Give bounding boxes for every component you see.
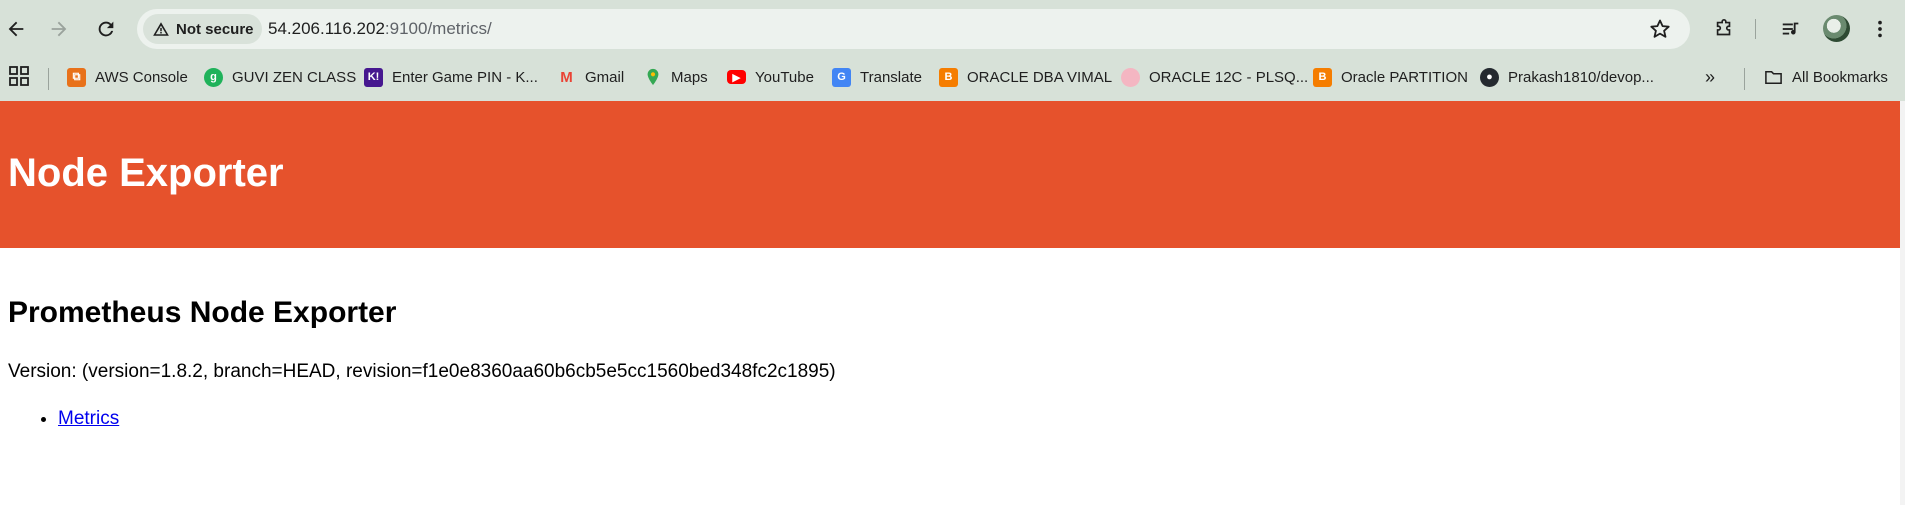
double-chevron-icon: » [1705,66,1716,87]
security-chip[interactable]: Not secure [143,14,262,44]
address-bar[interactable]: Not secure 54.206.116.202:9100/metrics/ [137,9,1690,49]
maps-pin-icon [643,68,662,87]
reading-list-icon [1782,22,1799,35]
scrollbar-track[interactable] [1900,101,1905,505]
browser-toolbar: Not secure 54.206.116.202:9100/metrics/ [0,0,1905,58]
bookmark-label: Prakash1810/devop... [1508,68,1654,86]
pink-cloud-icon [1121,67,1140,87]
bookmark-label: Translate [860,68,922,86]
reading-list-button[interactable] [1777,15,1805,43]
links-list: Metrics [58,408,119,430]
version-info: Version: (version=1.8.2, branch=HEAD, re… [8,361,836,382]
back-icon [8,21,24,37]
url-host: 54.206.116.202 [268,19,385,38]
bookmark-aws-console[interactable]: ⧉ AWS Console [67,64,188,90]
warning-icon [153,22,169,36]
header-banner: Node Exporter [0,101,1900,248]
profile-avatar[interactable] [1823,15,1850,42]
translate-icon: G [832,67,851,87]
url-text[interactable]: 54.206.116.202:9100/metrics/ [268,9,492,49]
bookmark-youtube[interactable]: ▶ YouTube [727,64,814,90]
browser-menu-button[interactable] [1866,15,1894,43]
apps-grid-icon[interactable] [9,66,29,86]
bookmark-maps[interactable]: Maps [643,64,708,90]
all-bookmarks-button[interactable]: All Bookmarks [1764,64,1888,90]
back-button[interactable] [0,12,33,46]
bookmarks-divider [48,68,49,90]
bookmark-oracle-12c[interactable]: ORACLE 12C - PLSQ... [1121,64,1308,90]
aws-icon: ⧉ [67,67,86,87]
star-icon[interactable] [1648,17,1672,41]
bookmark-label: ORACLE 12C - PLSQ... [1149,68,1309,86]
reload-button[interactable] [89,12,123,46]
bookmark-oracle-partition[interactable]: B Oracle PARTITION [1313,64,1468,90]
page-heading: Prometheus Node Exporter [8,296,397,329]
gmail-icon: M [560,68,573,86]
bookmark-label: YouTube [755,68,814,86]
extensions-icon [1716,19,1731,36]
kahoot-icon: K! [364,67,383,87]
bookmark-label: ORACLE DBA VIMAL [967,68,1113,86]
bookmark-oracle-dba[interactable]: B ORACLE DBA VIMAL [939,64,1112,90]
blogger-icon: B [1313,67,1332,87]
bookmark-guvi[interactable]: g GUVI ZEN CLASS [204,64,356,90]
page-content: Node Exporter Prometheus Node Exporter V… [0,101,1905,505]
forward-button[interactable] [42,12,76,46]
security-label: Not secure [176,20,254,38]
reload-icon [98,21,114,37]
bookmark-label: GUVI ZEN CLASS [232,68,357,86]
toolbar-divider [1755,19,1756,39]
bookmark-label: Enter Game PIN - K... [392,68,538,86]
github-icon: ● [1480,67,1499,87]
list-item: Metrics [58,408,119,430]
bookmarks-overflow-button[interactable]: » [1705,64,1715,90]
bookmark-kahoot[interactable]: K! Enter Game PIN - K... [364,64,538,90]
forward-icon [51,21,67,37]
bookmark-label: AWS Console [95,68,188,86]
bookmark-github[interactable]: ● Prakash1810/devop... [1480,64,1654,90]
blogger-icon: B [939,67,958,87]
folder-icon [1764,68,1783,87]
banner-title: Node Exporter [8,151,284,195]
extensions-button[interactable] [1710,15,1738,43]
guvi-icon: g [204,67,223,87]
bookmark-gmail[interactable]: M Gmail [557,64,624,90]
bookmark-label: Oracle PARTITION [1341,68,1468,86]
youtube-icon: ▶ [727,70,746,84]
bookmark-translate[interactable]: G Translate [832,64,922,90]
bookmark-label: Gmail [585,68,625,86]
bookmarks-divider [1744,68,1745,90]
bookmark-label: Maps [671,68,708,86]
all-bookmarks-label: All Bookmarks [1792,68,1888,86]
kebab-menu-icon [1878,20,1882,38]
url-path: :9100/metrics/ [384,19,492,38]
metrics-link[interactable]: Metrics [58,408,119,429]
